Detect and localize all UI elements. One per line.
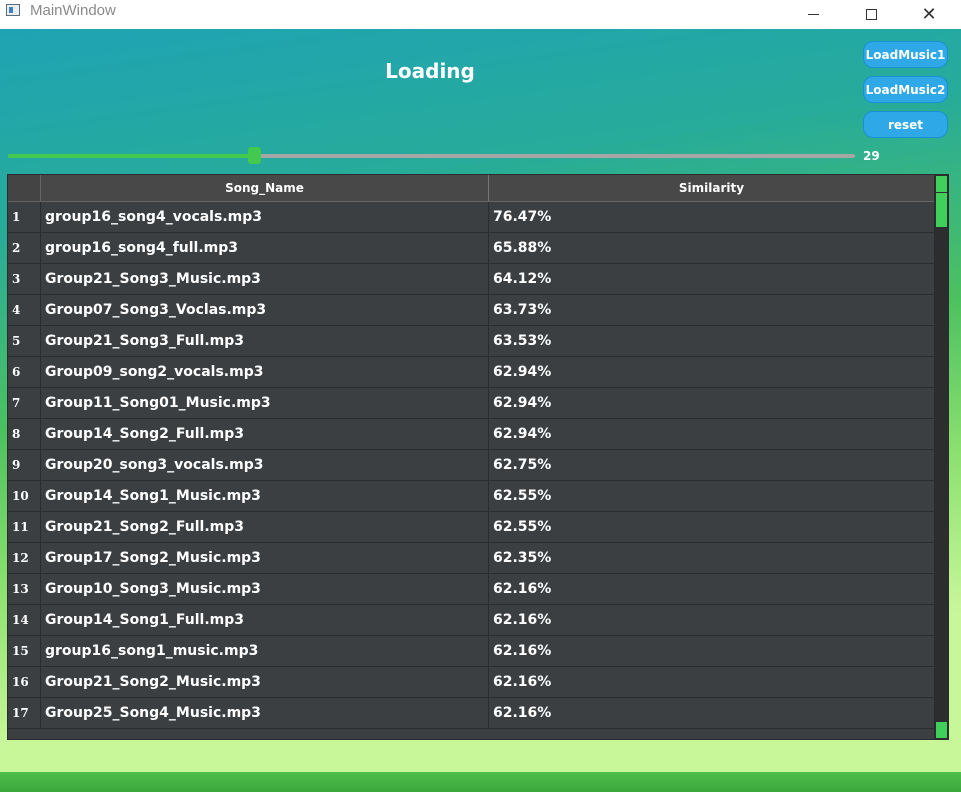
- maximize-icon: [865, 9, 877, 20]
- song-name-cell[interactable]: Group25_Song4_Music.mp3: [41, 698, 489, 728]
- song-name-cell[interactable]: Group14_Song2_Full.mp3: [41, 419, 489, 449]
- minimize-icon: [807, 14, 819, 15]
- table-row[interactable]: 7 Group11_Song01_Music.mp3 62.94%: [8, 388, 935, 419]
- song-name-cell[interactable]: Group21_Song3_Music.mp3: [41, 264, 489, 294]
- similarity-cell[interactable]: 62.16%: [489, 698, 935, 728]
- table-row[interactable]: 4 Group07_Song3_Voclas.mp3 63.73%: [8, 295, 935, 326]
- vertical-scrollbar[interactable]: [934, 175, 948, 739]
- song-name-cell[interactable]: Group07_Song3_Voclas.mp3: [41, 295, 489, 325]
- song-name-cell[interactable]: group16_song4_vocals.mp3: [41, 202, 489, 232]
- column-header-song-name[interactable]: Song_Name: [41, 175, 489, 202]
- title-bar: MainWindow ✕: [0, 0, 961, 29]
- song-name-cell[interactable]: Group11_Song01_Music.mp3: [41, 388, 489, 418]
- load-music-2-button[interactable]: LoadMusic2: [863, 76, 948, 103]
- row-header[interactable]: 13: [8, 574, 41, 604]
- song-name-cell[interactable]: Group21_Song2_Music.mp3: [41, 667, 489, 697]
- song-name-cell[interactable]: Group21_Song3_Full.mp3: [41, 326, 489, 356]
- slider-handle[interactable]: [247, 147, 261, 164]
- similarity-cell[interactable]: 63.53%: [489, 326, 935, 356]
- similarity-cell[interactable]: 65.88%: [489, 233, 935, 263]
- status-bar: [0, 772, 961, 792]
- table-row[interactable]: 5 Group21_Song3_Full.mp3 63.53%: [8, 326, 935, 357]
- song-name-cell[interactable]: Group10_Song3_Music.mp3: [41, 574, 489, 604]
- table-row[interactable]: 6 Group09_song2_vocals.mp3 62.94%: [8, 357, 935, 388]
- table-row[interactable]: 13 Group10_Song3_Music.mp3 62.16%: [8, 574, 935, 605]
- song-name-cell[interactable]: Group14_Song1_Full.mp3: [41, 605, 489, 635]
- row-header[interactable]: 1: [8, 202, 41, 232]
- similarity-cell[interactable]: 62.16%: [489, 605, 935, 635]
- table-corner[interactable]: [8, 175, 41, 202]
- minimize-button[interactable]: [790, 0, 836, 29]
- column-header-similarity[interactable]: Similarity: [489, 175, 935, 202]
- row-header[interactable]: 14: [8, 605, 41, 635]
- window-title: MainWindow: [30, 2, 116, 19]
- song-name-cell[interactable]: group16_song1_music.mp3: [41, 636, 489, 666]
- song-name-cell[interactable]: Group20_song3_vocals.mp3: [41, 450, 489, 480]
- row-header[interactable]: 6: [8, 357, 41, 387]
- similarity-cell[interactable]: 62.94%: [489, 419, 935, 449]
- close-button[interactable]: ✕: [906, 0, 952, 29]
- maximize-button[interactable]: [848, 0, 894, 29]
- table-row[interactable]: 11 Group21_Song2_Full.mp3 62.55%: [8, 512, 935, 543]
- row-header[interactable]: 5: [8, 326, 41, 356]
- row-header[interactable]: 7: [8, 388, 41, 418]
- table-row[interactable]: 2 group16_song4_full.mp3 65.88%: [8, 233, 935, 264]
- table-row[interactable]: 12 Group17_Song2_Music.mp3 62.35%: [8, 543, 935, 574]
- row-header[interactable]: 9: [8, 450, 41, 480]
- row-header[interactable]: 10: [8, 481, 41, 511]
- table-row[interactable]: 16 Group21_Song2_Music.mp3 62.16%: [8, 667, 935, 698]
- scroll-up-button[interactable]: [936, 176, 947, 192]
- status-heading: Loading: [385, 59, 475, 83]
- table-row[interactable]: 3 Group21_Song3_Music.mp3 64.12%: [8, 264, 935, 295]
- close-icon: ✕: [921, 3, 937, 25]
- main-window-client: Loading LoadMusic1 LoadMusic2 reset 29 S…: [0, 29, 961, 792]
- song-name-cell[interactable]: Group21_Song2_Full.mp3: [41, 512, 489, 542]
- similarity-cell[interactable]: 62.16%: [489, 667, 935, 697]
- table-row[interactable]: 14 Group14_Song1_Full.mp3 62.16%: [8, 605, 935, 636]
- row-header[interactable]: 12: [8, 543, 41, 573]
- row-header[interactable]: 11: [8, 512, 41, 542]
- row-header[interactable]: 3: [8, 264, 41, 294]
- row-header[interactable]: 2: [8, 233, 41, 263]
- scroll-down-button[interactable]: [936, 722, 947, 738]
- scrollbar-thumb[interactable]: [936, 193, 947, 227]
- similarity-cell[interactable]: 62.94%: [489, 357, 935, 387]
- similarity-cell[interactable]: 64.12%: [489, 264, 935, 294]
- row-header[interactable]: 8: [8, 419, 41, 449]
- similarity-cell[interactable]: 62.55%: [489, 512, 935, 542]
- similarity-cell[interactable]: 63.73%: [489, 295, 935, 325]
- similarity-cell[interactable]: 62.16%: [489, 636, 935, 666]
- table-row[interactable]: 17 Group25_Song4_Music.mp3 62.16%: [8, 698, 935, 729]
- table-row[interactable]: 9 Group20_song3_vocals.mp3 62.75%: [8, 450, 935, 481]
- table-row[interactable]: 1 group16_song4_vocals.mp3 76.47%: [8, 202, 935, 233]
- reset-button[interactable]: reset: [863, 111, 948, 138]
- row-header[interactable]: 17: [8, 698, 41, 728]
- app-window-icon: [6, 4, 20, 16]
- row-header[interactable]: 16: [8, 667, 41, 697]
- similarity-cell[interactable]: 62.94%: [489, 388, 935, 418]
- threshold-slider[interactable]: [8, 147, 855, 164]
- table-row[interactable]: 15 group16_song1_music.mp3 62.16%: [8, 636, 935, 667]
- song-name-cell[interactable]: Group09_song2_vocals.mp3: [41, 357, 489, 387]
- similarity-cell[interactable]: 76.47%: [489, 202, 935, 232]
- row-header[interactable]: 15: [8, 636, 41, 666]
- table-row[interactable]: 10 Group14_Song1_Music.mp3 62.55%: [8, 481, 935, 512]
- table-body: 1 group16_song4_vocals.mp3 76.47% 2 group16_…: [8, 202, 935, 729]
- row-header[interactable]: 4: [8, 295, 41, 325]
- load-music-1-button[interactable]: LoadMusic1: [863, 41, 948, 68]
- similarity-cell[interactable]: 62.35%: [489, 543, 935, 573]
- song-name-cell[interactable]: Group14_Song1_Music.mp3: [41, 481, 489, 511]
- slider-fill: [8, 154, 254, 158]
- results-table: Song_Name Similarity 1 group16_song4_voca…: [7, 174, 949, 740]
- table-row[interactable]: 8 Group14_Song2_Full.mp3 62.94%: [8, 419, 935, 450]
- similarity-cell[interactable]: 62.75%: [489, 450, 935, 480]
- song-name-cell[interactable]: group16_song4_full.mp3: [41, 233, 489, 263]
- slider-value-label: 29: [863, 149, 880, 163]
- song-name-cell[interactable]: Group17_Song2_Music.mp3: [41, 543, 489, 573]
- similarity-cell[interactable]: 62.55%: [489, 481, 935, 511]
- similarity-cell[interactable]: 62.16%: [489, 574, 935, 604]
